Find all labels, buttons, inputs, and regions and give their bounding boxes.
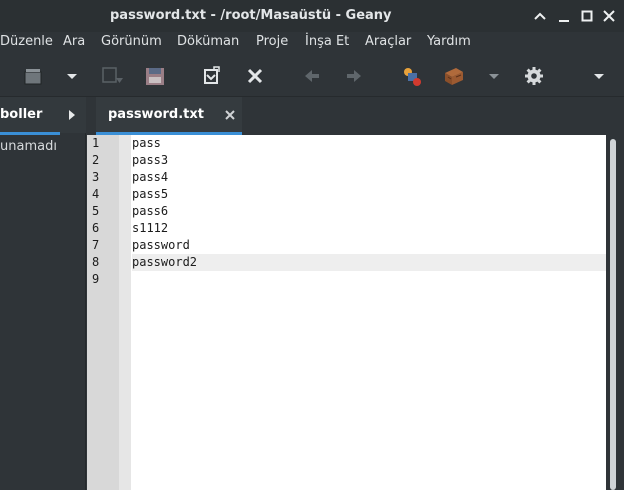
line-number: 6 [92, 221, 100, 235]
build-icon [445, 68, 463, 85]
menu-document[interactable]: Döküman [177, 34, 239, 49]
sidebar: boller unamadı [0, 97, 86, 490]
tab-password-txt[interactable]: password.txt [96, 97, 242, 135]
tab-scroll-arrow-icon[interactable] [69, 110, 75, 120]
scrollbar-thumb[interactable] [610, 139, 616, 490]
active-tab-indicator [0, 132, 60, 135]
close-file-icon [247, 68, 263, 84]
menu-help[interactable]: Yardım [427, 34, 471, 49]
compile-button[interactable] [400, 64, 424, 88]
save-all-icon [146, 68, 164, 85]
overflow-menu-icon [594, 74, 604, 79]
code-line[interactable]: pass5 [132, 186, 606, 203]
line-number: 4 [92, 187, 100, 201]
title-bar[interactable]: password.txt - /root/Masaüstü - Geany [0, 0, 624, 32]
save-button[interactable] [101, 64, 125, 88]
line-number: 7 [92, 238, 100, 252]
build-dropdown-button[interactable] [482, 64, 506, 88]
settings-gear-icon [525, 67, 543, 85]
maximize-icon [581, 10, 593, 22]
code-line[interactable]: password [132, 237, 606, 254]
shade-button[interactable] [529, 5, 551, 27]
revert-icon [204, 66, 220, 84]
line-number: 5 [92, 204, 100, 218]
build-button[interactable] [442, 64, 466, 88]
line-number-gutter: 1 2 3 4 5 6 7 8 9 [87, 135, 119, 490]
code-line[interactable]: pass3 [132, 152, 606, 169]
window-title: password.txt - /root/Masaüstü - Geany [110, 8, 392, 23]
code-line[interactable] [132, 271, 606, 288]
minimize-button[interactable] [553, 5, 575, 27]
code-line[interactable]: s1112 [132, 220, 606, 237]
line-number: 9 [92, 272, 100, 286]
sidebar-tab-label: boller [0, 107, 43, 122]
close-tab-icon[interactable] [223, 108, 237, 122]
open-dropdown-button[interactable] [60, 64, 84, 88]
menu-tools[interactable]: Araçlar [365, 34, 411, 49]
menu-bar: Düzenle Ara Görünüm Döküman Proje İnşa E… [0, 32, 624, 54]
dropdown-arrow-icon [67, 74, 77, 79]
toolbar [0, 54, 624, 97]
close-file-button[interactable] [243, 64, 267, 88]
toolbar-overflow-button[interactable] [587, 64, 611, 88]
fold-margin[interactable] [119, 135, 131, 490]
editor-area[interactable]: 1 2 3 4 5 6 7 8 9 pass pass3 pass4 pass5… [87, 135, 624, 490]
current-code-line[interactable]: password2 [132, 254, 606, 271]
forward-icon [347, 70, 361, 82]
sidebar-message: unamadı [0, 139, 57, 154]
close-icon [603, 10, 615, 22]
revert-button[interactable] [199, 64, 223, 88]
back-button[interactable] [300, 64, 324, 88]
build-dropdown-icon [489, 74, 499, 79]
open-file-icon [24, 69, 42, 85]
vertical-scrollbar[interactable] [606, 135, 624, 490]
minimize-icon [559, 20, 569, 22]
preferences-button[interactable] [522, 64, 546, 88]
save-all-button[interactable] [143, 64, 167, 88]
code-line[interactable]: pass4 [132, 169, 606, 186]
save-icon [102, 67, 123, 83]
menu-edit[interactable]: Düzenle [0, 34, 53, 49]
compile-icon [404, 68, 421, 86]
maximize-button[interactable] [576, 5, 598, 27]
geany-window: password.txt - /root/Masaüstü - Geany Dü… [0, 0, 624, 490]
document-tabs: password.txt [87, 97, 624, 135]
menu-view[interactable]: Görünüm [101, 34, 162, 49]
forward-button[interactable] [342, 64, 366, 88]
menu-build[interactable]: İnşa Et [305, 34, 349, 49]
line-number: 2 [92, 153, 100, 167]
open-file-button[interactable] [22, 64, 46, 88]
line-number: 3 [92, 170, 100, 184]
code-line[interactable]: pass6 [132, 203, 606, 220]
line-number: 1 [92, 136, 100, 150]
sidebar-tab-symbols[interactable]: boller [0, 97, 86, 135]
chevron-up-icon [534, 12, 546, 20]
menu-search[interactable]: Ara [63, 34, 85, 49]
line-number: 8 [92, 255, 100, 269]
code-line[interactable]: pass [132, 135, 606, 152]
back-icon [305, 70, 319, 82]
close-button[interactable] [598, 5, 620, 27]
tab-label: password.txt [108, 107, 204, 122]
menu-project[interactable]: Proje [256, 34, 288, 49]
